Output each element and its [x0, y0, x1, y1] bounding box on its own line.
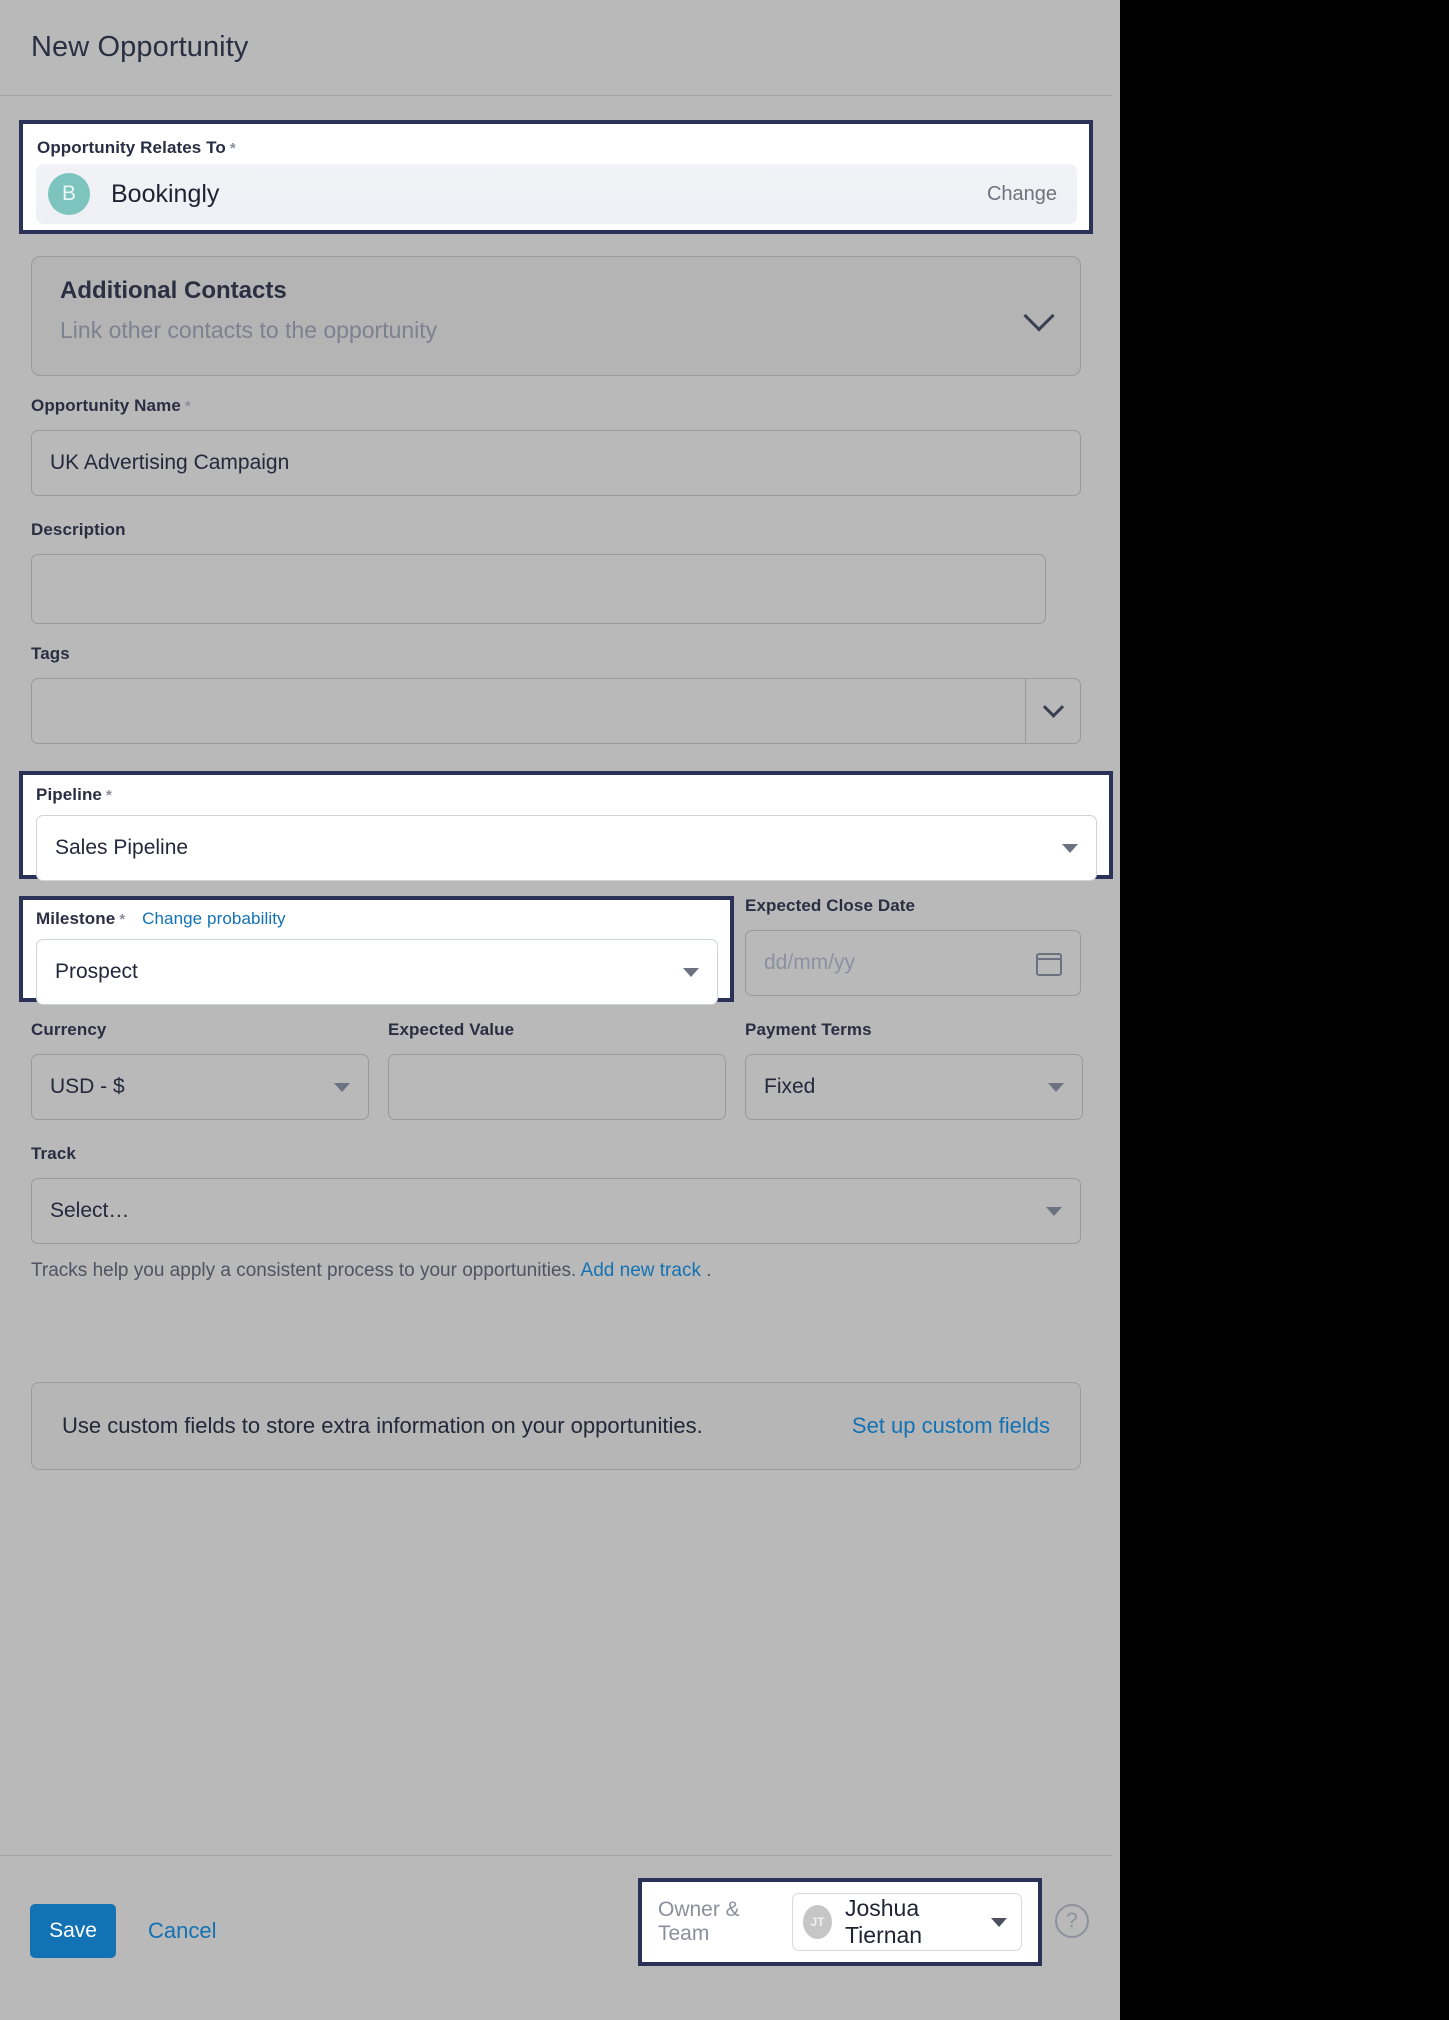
payment-terms-label: Payment Terms: [745, 1020, 872, 1039]
app-screen: New Opportunity Opportunity Relates To * …: [0, 0, 1449, 2020]
track-helper-suffix: .: [706, 1260, 712, 1281]
tags-input[interactable]: [31, 678, 1025, 744]
currency-group: Currency USD - $: [31, 1020, 369, 1120]
custom-fields-text: Use custom fields to store extra informa…: [62, 1413, 703, 1438]
required-asterisk: *: [229, 140, 236, 157]
description-group: Description: [31, 520, 1081, 629]
additional-contacts-subtitle: Link other contacts to the opportunity: [60, 317, 438, 343]
track-label: Track: [31, 1144, 76, 1163]
expected-close-date-label: Expected Close Date: [745, 896, 916, 915]
tags-dropdown-button[interactable]: [1025, 678, 1081, 744]
track-value: Select…: [50, 1199, 130, 1222]
chevron-down-icon: [683, 967, 699, 977]
track-select[interactable]: Select…: [31, 1178, 1081, 1244]
expected-value-input[interactable]: [388, 1054, 726, 1120]
additional-contacts-accordion[interactable]: Additional Contacts Link other contacts …: [31, 256, 1081, 376]
tags-label: Tags: [31, 644, 70, 663]
chevron-down-icon: [1046, 1206, 1062, 1216]
owner-team-label: Owner & Team: [658, 1898, 740, 1945]
opportunity-relates-to-label: Opportunity Relates To *: [37, 138, 1077, 158]
chevron-down-icon: [1042, 696, 1064, 718]
chevron-down-icon: [1048, 1082, 1064, 1092]
form-body: Opportunity Relates To * B Bookingly Chan…: [0, 96, 1113, 1855]
related-company-chip[interactable]: B Bookingly Change: [36, 164, 1077, 224]
modal-header: New Opportunity: [0, 0, 1113, 96]
milestone-select[interactable]: Prospect: [36, 939, 718, 1005]
track-helper-text: Tracks help you apply a consistent proce…: [31, 1260, 1081, 1282]
description-label: Description: [31, 520, 126, 539]
owner-name: Joshua Tiernan: [844, 1895, 923, 1948]
opportunity-relates-to-section[interactable]: Opportunity Relates To * B Bookingly Chan…: [19, 120, 1093, 234]
pipeline-value: Sales Pipeline: [55, 836, 189, 859]
opportunity-name-label: Opportunity Name *: [31, 396, 1081, 416]
pipeline-select[interactable]: Sales Pipeline: [36, 815, 1097, 881]
currency-select[interactable]: USD - $: [31, 1054, 369, 1120]
additional-contacts-title: Additional Contacts: [60, 277, 287, 304]
page-title: New Opportunity: [31, 31, 249, 63]
description-textarea[interactable]: [31, 554, 1046, 624]
change-probability-link[interactable]: Change probability: [142, 909, 286, 928]
expected-value-group: Expected Value: [388, 1020, 726, 1120]
help-icon[interactable]: ?: [1055, 1904, 1089, 1938]
chevron-down-icon: [1062, 843, 1078, 853]
track-helper-prefix: Tracks help you apply a consistent proce…: [31, 1260, 577, 1281]
required-asterisk: *: [184, 398, 191, 415]
required-asterisk: *: [119, 911, 126, 928]
payment-terms-group: Payment Terms Fixed: [745, 1020, 1083, 1120]
tags-select[interactable]: [31, 678, 1081, 744]
track-group: Track Select… Tracks help you apply a co…: [31, 1144, 1081, 1282]
opportunity-name-group: Opportunity Name *: [31, 396, 1081, 496]
milestone-section[interactable]: Milestone * Change probability Prospect: [19, 896, 734, 1005]
payment-terms-select[interactable]: Fixed: [745, 1054, 1083, 1120]
expected-close-date-group: Expected Close Date dd/mm/yy: [745, 896, 1081, 996]
add-new-track-link[interactable]: Add new track: [581, 1260, 701, 1281]
new-opportunity-modal: New Opportunity Opportunity Relates To * …: [0, 0, 1113, 2020]
set-up-custom-fields-link[interactable]: Set up custom fields: [852, 1413, 1050, 1439]
milestone-value: Prospect: [55, 960, 138, 983]
payment-terms-value: Fixed: [764, 1075, 816, 1098]
date-placeholder: dd/mm/yy: [764, 951, 856, 974]
company-name: Bookingly: [111, 179, 220, 208]
owner-team-section[interactable]: Owner & Team JT Joshua Tiernan: [638, 1878, 1042, 1966]
custom-fields-banner: Use custom fields to store extra informa…: [31, 1382, 1081, 1470]
expected-value-label: Expected Value: [388, 1020, 515, 1039]
modal-footer: Save Cancel Owner & Team JT Joshua Tiern…: [0, 1855, 1113, 2020]
label-text: Pipeline: [36, 785, 102, 804]
owner-select[interactable]: JT Joshua Tiernan: [792, 1893, 1022, 1951]
avatar: JT: [803, 1905, 832, 1939]
opportunity-name-input[interactable]: [31, 430, 1081, 496]
tags-group: Tags: [31, 644, 1081, 744]
label-text: Opportunity Relates To: [37, 138, 226, 157]
label-text: Opportunity Name: [31, 396, 181, 415]
currency-value: USD - $: [50, 1075, 125, 1098]
expected-close-date-input[interactable]: dd/mm/yy: [745, 930, 1081, 996]
pipeline-section[interactable]: Pipeline * Sales Pipeline: [19, 771, 1113, 881]
chevron-down-icon: [334, 1082, 350, 1092]
chevron-down-icon: [991, 1917, 1007, 1927]
currency-label: Currency: [31, 1020, 107, 1039]
required-asterisk: *: [106, 787, 112, 804]
pipeline-label: Pipeline *: [36, 785, 1097, 805]
page-background-strip: [1113, 0, 1120, 2020]
save-button[interactable]: Save: [30, 1904, 116, 1958]
calendar-icon[interactable]: [1036, 950, 1062, 976]
avatar: B: [48, 173, 90, 215]
change-link[interactable]: Change: [987, 183, 1057, 206]
label-text: Milestone: [36, 909, 116, 928]
milestone-label: Milestone * Change probability: [36, 909, 718, 929]
cancel-button[interactable]: Cancel: [148, 1904, 216, 1958]
